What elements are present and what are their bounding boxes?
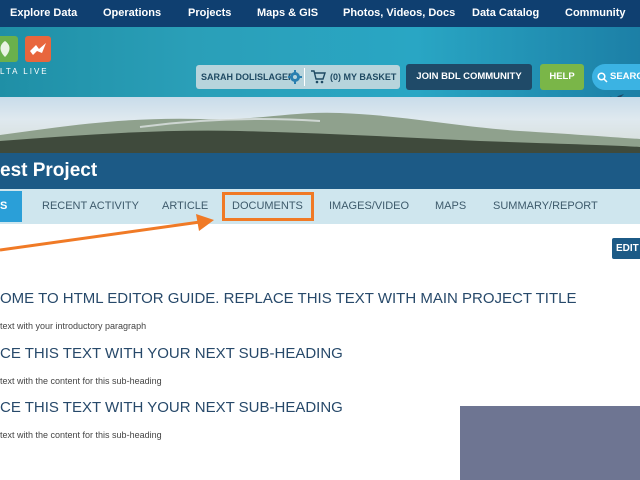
- banner-image: [0, 97, 640, 153]
- nav-photos-videos-docs[interactable]: Photos, Videos, Docs: [343, 0, 455, 27]
- sub-heading-body: text with the content for this sub-headi…: [0, 376, 162, 386]
- divider: [304, 68, 305, 86]
- search-button[interactable]: SEARCH: [592, 64, 640, 90]
- main-heading: OME TO HTML EDITOR GUIDE. REPLACE THIS T…: [0, 290, 577, 307]
- project-title-bar: est Project: [0, 153, 640, 189]
- sub-heading-body: text with the content for this sub-headi…: [0, 430, 162, 440]
- search-icon: [597, 72, 608, 83]
- join-community-button[interactable]: JOIN BDL COMMUNITY: [406, 64, 532, 90]
- documents-highlight-box: [222, 192, 314, 221]
- page-title: est Project: [0, 160, 98, 181]
- sidebar-panel: [460, 406, 640, 480]
- nav-maps-gis[interactable]: Maps & GIS: [257, 0, 318, 27]
- nav-data-catalog[interactable]: Data Catalog: [472, 0, 539, 27]
- logo-leaf-icon[interactable]: [0, 36, 18, 62]
- top-nav: Explore Data Operations Projects Maps & …: [0, 0, 640, 27]
- gear-icon[interactable]: [288, 70, 302, 89]
- annotation-arrow-icon: [0, 214, 214, 252]
- bird-logo-icon[interactable]: [25, 36, 51, 62]
- logo-text: LTA LIVE: [0, 67, 49, 76]
- intro-paragraph: text with your introductory paragraph: [0, 321, 147, 331]
- cart-icon[interactable]: [310, 70, 326, 89]
- nav-projects[interactable]: Projects: [188, 0, 231, 27]
- nav-community[interactable]: Community: [565, 0, 626, 27]
- nav-operations[interactable]: Operations: [103, 0, 161, 27]
- help-button[interactable]: HELP: [540, 64, 584, 90]
- nav-explore-data[interactable]: Explore Data: [10, 0, 77, 27]
- tab-maps[interactable]: MAPS: [435, 189, 466, 224]
- sub-heading: CE THIS TEXT WITH YOUR NEXT SUB-HEADING: [0, 345, 343, 362]
- user-name-link[interactable]: SARAH DOLISLAGER: [201, 65, 295, 89]
- my-basket-link[interactable]: (0) MY BASKET: [330, 65, 396, 89]
- edit-button[interactable]: EDIT: [612, 238, 640, 259]
- tab-images-video[interactable]: IMAGES/VIDEO: [329, 189, 409, 224]
- search-label: SEARCH: [610, 71, 640, 82]
- sub-heading: CE THIS TEXT WITH YOUR NEXT SUB-HEADING: [0, 399, 343, 416]
- user-account-bar: SARAH DOLISLAGER (0) MY BASKET: [196, 65, 400, 89]
- tab-summary-report[interactable]: SUMMARY/REPORT: [493, 189, 598, 224]
- site-header: LTA LIVE SARAH DOLISLAGER (0) MY BASKET …: [0, 27, 640, 111]
